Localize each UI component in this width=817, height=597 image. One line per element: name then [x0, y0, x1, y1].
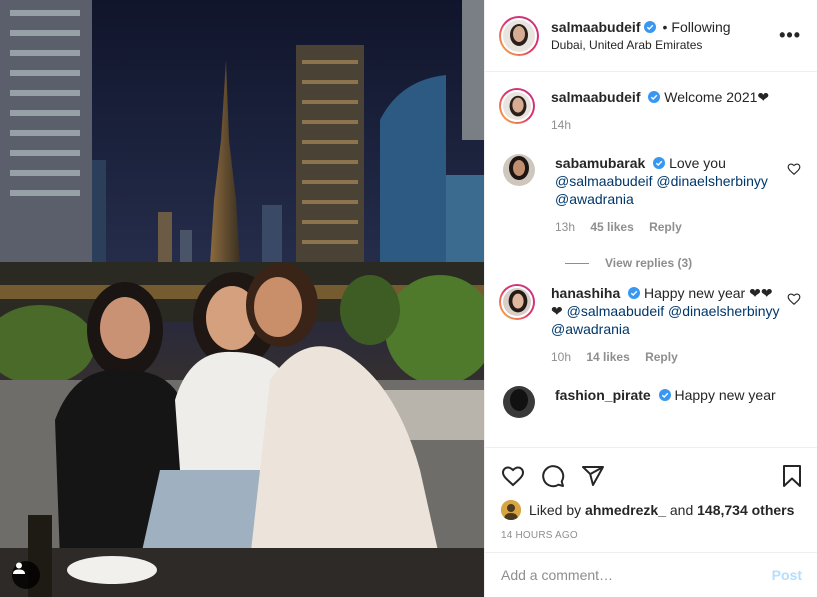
caption-text: Welcome 2021❤	[664, 89, 770, 105]
user-tag-icon[interactable]	[12, 561, 40, 589]
view-replies-button[interactable]: View replies (3)	[565, 256, 801, 270]
comment-mentions[interactable]: @salmaabudeif @dinaelsherbinyy @awadrani…	[551, 303, 780, 337]
reply-button[interactable]: Reply	[645, 350, 678, 364]
verified-badge-icon	[628, 287, 641, 299]
liker-avatar[interactable]	[501, 500, 521, 520]
comment-age[interactable]: 13h	[555, 220, 575, 234]
view-replies-label: View replies (3)	[605, 256, 693, 270]
verified-badge-icon	[658, 389, 671, 401]
reply-button[interactable]: Reply	[649, 220, 682, 234]
comment-item: fashion_pirate Happy new year	[499, 386, 801, 418]
author-username[interactable]: salmaabudeif	[551, 19, 640, 35]
likes-mid: and	[669, 502, 694, 518]
post-timestamp[interactable]: 14 hours ago	[501, 530, 804, 541]
comment-likes[interactable]: 14 likes	[586, 350, 629, 364]
caption-username[interactable]: salmaabudeif	[551, 89, 640, 105]
photo-illustration	[0, 0, 484, 597]
comment-username[interactable]: sabamubarak	[555, 155, 645, 171]
separator-dot: •	[662, 19, 668, 35]
heart-icon[interactable]	[501, 464, 525, 488]
comment-mentions[interactable]: @salmaabudeif @dinaelsherbinyy @awadrani…	[555, 173, 768, 207]
comment-age[interactable]: 10h	[551, 350, 571, 364]
likes-others-count[interactable]: 148,734 others	[697, 502, 794, 518]
comment-text: Love you	[669, 155, 726, 171]
post-header: salmaabudeif • Following Dubai, United A…	[485, 0, 817, 72]
comments-list[interactable]: salmaabudeif Welcome 2021❤ 14h sabamubar…	[485, 72, 817, 447]
comment-likes[interactable]: 45 likes	[590, 220, 633, 234]
author-avatar[interactable]	[499, 15, 539, 56]
comment-username[interactable]: fashion_pirate	[555, 387, 651, 403]
caption: salmaabudeif Welcome 2021❤ 14h	[499, 88, 801, 142]
likes-summary: Liked by ahmedrezk_ and 148,734 others	[501, 500, 804, 520]
comment-username[interactable]: hanashiha	[551, 285, 620, 301]
post-actions: Liked by ahmedrezk_ and 148,734 others 1…	[485, 447, 817, 541]
verified-badge-icon	[648, 91, 661, 103]
comment-like-heart-icon[interactable]	[787, 162, 801, 176]
share-icon[interactable]	[581, 464, 605, 488]
comment-item: hanashiha Happy new year ❤❤❤ @salmaabude…	[499, 284, 801, 374]
verified-badge-icon	[653, 157, 666, 169]
comment-item: sabamubarak Love you @salmaabudeif @dina…	[499, 154, 801, 244]
caption-age[interactable]: 14h	[551, 118, 571, 132]
more-options-icon[interactable]: •••	[779, 25, 801, 46]
post-comment-button[interactable]: Post	[772, 567, 802, 583]
commenter-avatar[interactable]	[503, 386, 535, 418]
comment-icon[interactable]	[541, 464, 565, 488]
likes-prefix: Liked by	[529, 502, 582, 518]
post-location[interactable]: Dubai, United Arab Emirates	[551, 38, 779, 52]
following-button[interactable]: Following	[671, 19, 730, 35]
commenter-avatar[interactable]	[499, 284, 535, 320]
comment-text: Happy new year	[674, 387, 776, 403]
commenter-avatar[interactable]	[503, 154, 535, 186]
caption-avatar[interactable]	[499, 88, 535, 124]
replies-divider	[565, 262, 589, 264]
add-comment-bar: Post	[485, 552, 817, 597]
bookmark-icon[interactable]	[780, 464, 804, 488]
comment-input[interactable]	[501, 567, 772, 583]
post-photo[interactable]	[0, 0, 484, 597]
verified-badge-icon	[644, 21, 657, 33]
post-details-panel: salmaabudeif • Following Dubai, United A…	[484, 0, 817, 597]
comment-like-heart-icon[interactable]	[787, 292, 801, 306]
liker-username[interactable]: ahmedrezk_	[585, 502, 666, 518]
